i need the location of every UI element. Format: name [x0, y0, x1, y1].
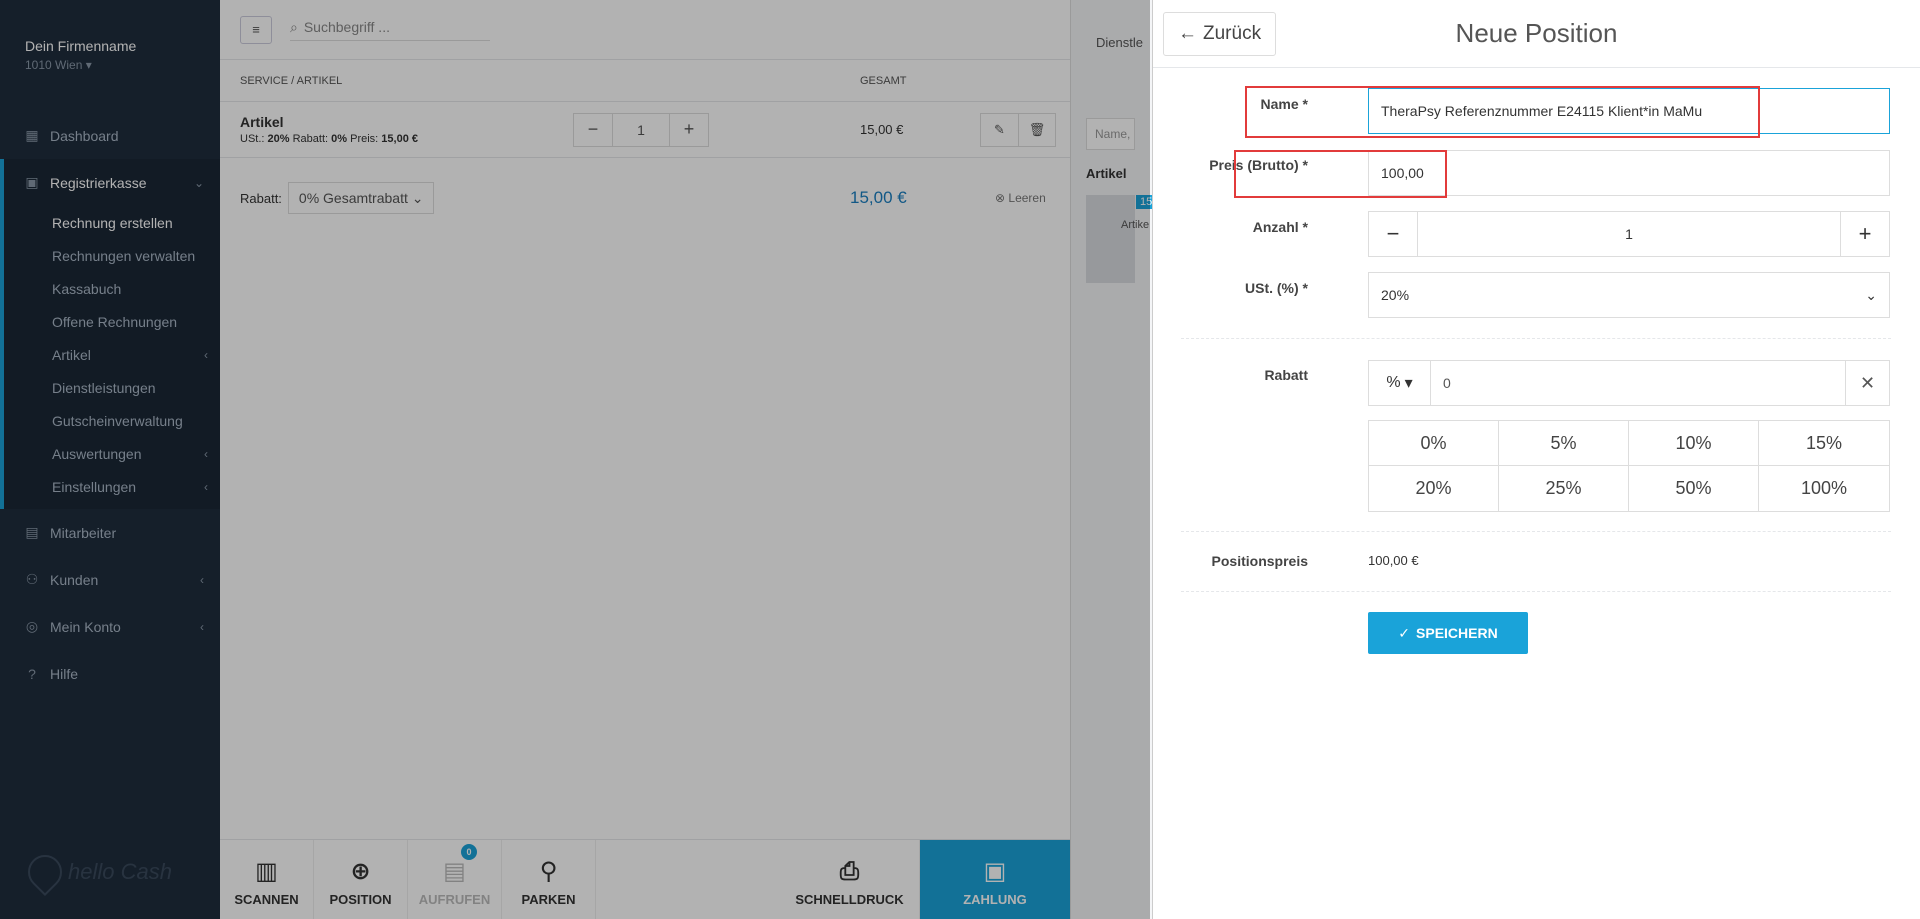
- discount-input-group: % ▾ 0 ✕: [1368, 360, 1890, 406]
- position-price-value: 100,00 €: [1368, 553, 1419, 568]
- discount-label: Rabatt: [1264, 367, 1308, 383]
- discount-field[interactable]: 0: [1431, 361, 1845, 405]
- discount-preset[interactable]: 5%: [1499, 421, 1629, 466]
- discount-preset[interactable]: 0%: [1369, 421, 1499, 466]
- highlight-box-price: [1234, 150, 1447, 198]
- quantity-label: Anzahl *: [1252, 219, 1308, 235]
- quantity-stepper: − 1 +: [1368, 211, 1890, 257]
- quantity-field[interactable]: 1: [1417, 212, 1841, 256]
- discount-unit-dropdown[interactable]: % ▾: [1369, 361, 1431, 405]
- clear-discount-button[interactable]: ✕: [1845, 361, 1889, 405]
- position-price-row: Positionspreis 100,00 €: [1153, 553, 1920, 569]
- close-icon: ✕: [1859, 372, 1876, 393]
- discount-preset[interactable]: 20%: [1369, 466, 1499, 511]
- chevron-down-icon: ⌄: [1865, 286, 1877, 303]
- save-button[interactable]: ✓ SPEICHERN: [1368, 612, 1528, 654]
- divider: [1181, 591, 1891, 592]
- modal-backdrop[interactable]: [0, 0, 1150, 919]
- discount-preset[interactable]: 25%: [1499, 466, 1629, 511]
- new-position-panel: ← Zurück Neue Position Name * TheraPsy R…: [1152, 0, 1920, 919]
- vat-label: USt. (%) *: [1245, 280, 1308, 296]
- highlight-box-name: [1245, 86, 1760, 138]
- check-icon: ✓: [1398, 624, 1411, 641]
- discount-presets: 0% 5% 10% 15% 20% 25% 50% 100%: [1368, 420, 1890, 512]
- back-button[interactable]: ← Zurück: [1163, 12, 1277, 56]
- discount-preset[interactable]: 100%: [1759, 466, 1889, 511]
- decrement-button[interactable]: −: [1369, 212, 1417, 256]
- increment-button[interactable]: +: [1841, 212, 1889, 256]
- panel-header: ← Zurück Neue Position: [1153, 0, 1920, 68]
- divider: [1181, 531, 1891, 532]
- caret-down-icon: ▾: [1404, 375, 1413, 392]
- discount-preset[interactable]: 50%: [1629, 466, 1759, 511]
- discount-preset[interactable]: 15%: [1759, 421, 1889, 466]
- arrow-left-icon: ←: [1178, 23, 1197, 44]
- position-price-label: Positionspreis: [1211, 553, 1308, 569]
- divider: [1181, 338, 1891, 339]
- vat-select[interactable]: 20% ⌄: [1368, 272, 1890, 318]
- discount-preset[interactable]: 10%: [1629, 421, 1759, 466]
